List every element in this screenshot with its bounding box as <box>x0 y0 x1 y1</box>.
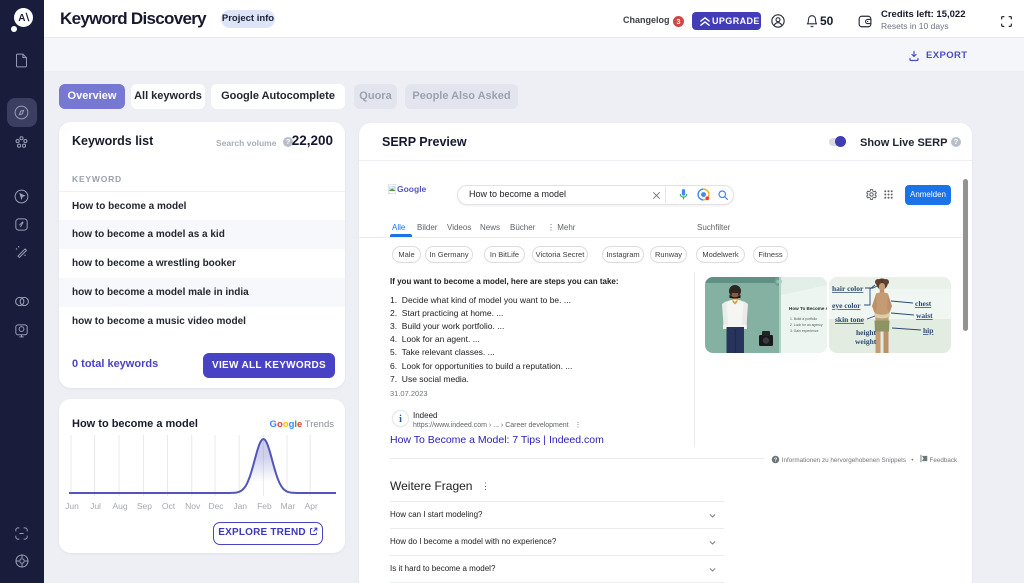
svg-text:height: height <box>856 328 877 337</box>
svg-text:2. Look for an agency: 2. Look for an agency <box>790 323 823 327</box>
svg-text:1. Build a portfolio: 1. Build a portfolio <box>790 317 817 321</box>
svg-text:weight: weight <box>855 337 877 346</box>
svg-text:hip: hip <box>923 326 933 335</box>
svg-text:hair color: hair color <box>832 284 864 293</box>
svg-text:skin tone: skin tone <box>835 315 865 324</box>
svg-text:How To Become A M: How To Become A M <box>789 306 827 311</box>
svg-text:chest: chest <box>915 299 932 308</box>
svg-text:eye color: eye color <box>832 301 861 310</box>
svg-text:3. Gain experience: 3. Gain experience <box>790 329 819 333</box>
svg-text:?: ? <box>774 457 777 463</box>
svg-text:waist: waist <box>916 311 933 320</box>
